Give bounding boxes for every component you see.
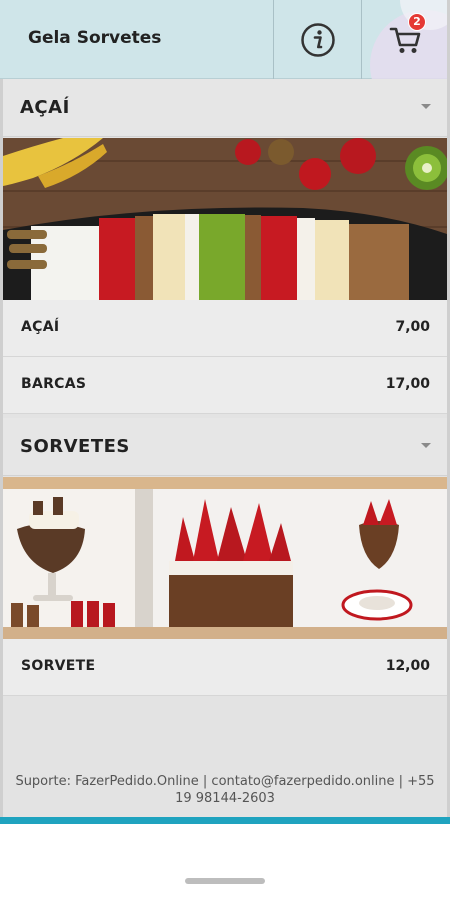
- item-name: SORVETE: [21, 658, 96, 674]
- info-button[interactable]: [274, 0, 361, 79]
- item-price: 7,00: [395, 319, 430, 335]
- app-header: Gela Sorvetes 2: [0, 0, 450, 79]
- app-screen: Gela Sorvetes 2 AÇAÍ AÇAÍ 7,00 BARCAS 17…: [0, 0, 450, 822]
- support-footer: Suporte: FazerPedido.Online | contato@fa…: [15, 774, 435, 806]
- menu-item-sorvete[interactable]: SORVETE 12,00: [3, 639, 447, 696]
- chevron-down-icon: [421, 443, 431, 448]
- bottom-accent-bar: [0, 817, 450, 824]
- cart-count-badge: 2: [408, 12, 426, 31]
- sorvetes-banner-image: [3, 477, 447, 639]
- item-price: 17,00: [385, 376, 430, 392]
- chevron-down-icon: [421, 104, 431, 109]
- store-title: Gela Sorvetes: [28, 28, 162, 48]
- section-header-acai[interactable]: AÇAÍ: [3, 79, 447, 137]
- info-icon: [300, 22, 335, 57]
- item-name: BARCAS: [21, 376, 87, 392]
- cart-button[interactable]: 2: [362, 0, 450, 79]
- menu-item-acai[interactable]: AÇAÍ 7,00: [3, 300, 447, 357]
- menu-item-barcas[interactable]: BARCAS 17,00: [3, 357, 447, 414]
- item-name: AÇAÍ: [21, 319, 60, 335]
- gesture-nav-handle[interactable]: [185, 878, 265, 884]
- item-price: 12,00: [385, 658, 430, 674]
- acai-banner-image: [3, 138, 447, 300]
- section-header-sorvetes[interactable]: SORVETES: [3, 418, 447, 476]
- section-title: SORVETES: [20, 436, 130, 457]
- section-title: AÇAÍ: [20, 97, 70, 118]
